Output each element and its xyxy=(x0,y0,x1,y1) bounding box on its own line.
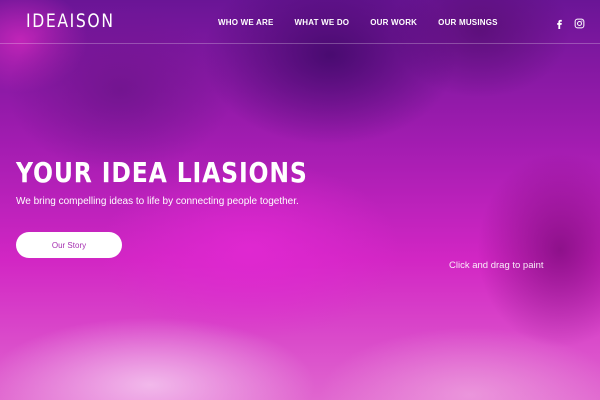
nav-item-our-work[interactable]: OUR WORK xyxy=(370,18,417,27)
top-navigation: IDEAISON WHO WE ARE WHAT WE DO OUR WORK … xyxy=(0,0,600,44)
hero-title: YOUR IDEA LIASIONS xyxy=(16,156,308,189)
nav-item-our-musings[interactable]: OUR MUSINGS xyxy=(438,18,498,27)
social-links xyxy=(554,16,585,29)
site-logo[interactable]: IDEAISON xyxy=(26,10,115,32)
instagram-icon[interactable] xyxy=(574,16,585,29)
paint-hint-text: Click and drag to paint xyxy=(449,260,544,271)
nav-item-what-we-do[interactable]: WHAT WE DO xyxy=(294,18,349,27)
hero-subtitle: We bring compelling ideas to life by con… xyxy=(16,196,299,207)
facebook-icon[interactable] xyxy=(554,16,565,29)
nav-item-who-we-are[interactable]: WHO WE ARE xyxy=(218,18,273,27)
our-story-button[interactable]: Our Story xyxy=(16,232,122,258)
main-menu: WHO WE ARE WHAT WE DO OUR WORK OUR MUSIN… xyxy=(218,18,498,27)
